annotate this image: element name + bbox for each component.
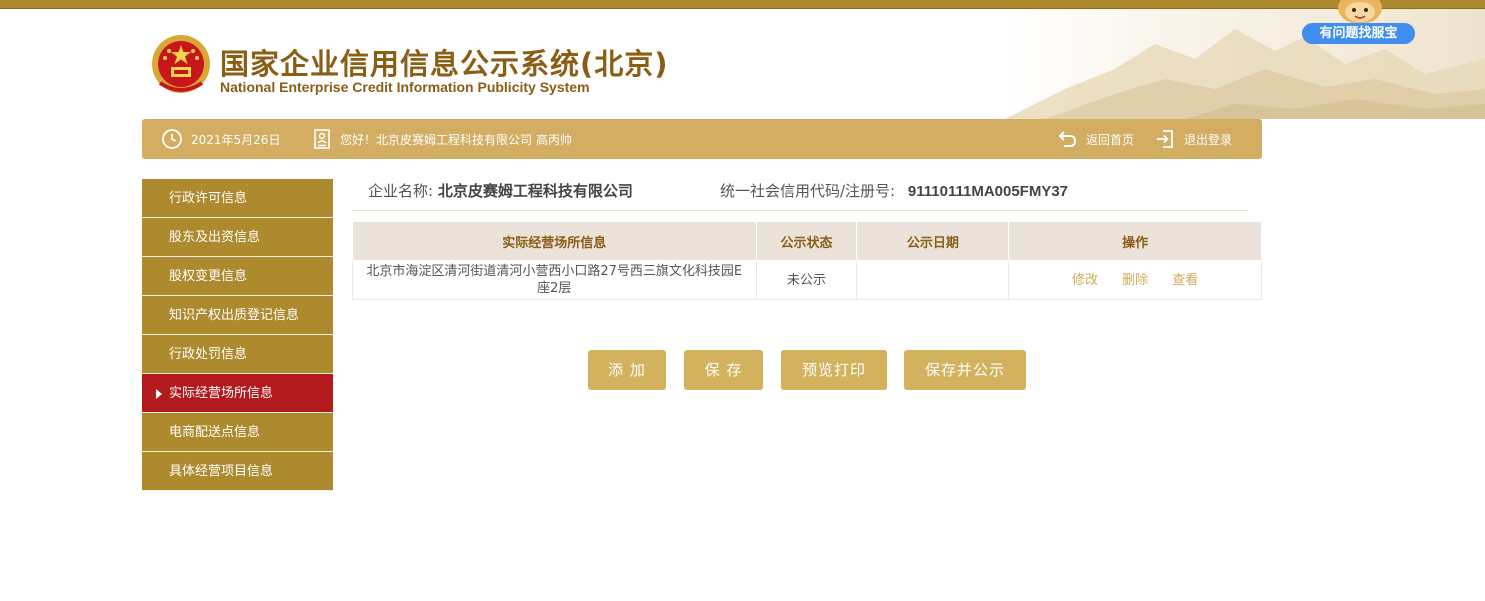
save-publish-button[interactable]: 保存并公示	[904, 350, 1026, 390]
sidebar-item-admin-penalty[interactable]: 行政处罚信息	[142, 335, 333, 374]
save-button[interactable]: 保 存	[684, 350, 763, 390]
credit-code-row: 统一社会信用代码/注册号: 91110111MA005FMY37	[720, 180, 1068, 201]
status-cell: 未公示	[755, 260, 858, 300]
sidebar-item-ecommerce-delivery[interactable]: 电商配送点信息	[142, 413, 333, 452]
national-emblem-icon	[150, 33, 212, 97]
premises-table: 实际经营场所信息 公示状态 公示日期 操作 北京市海淀区清河街道清河小营西小口路…	[352, 221, 1262, 300]
address-cell: 北京市海淀区清河街道清河小营西小口路27号西三旗文化科技园E 座2层	[352, 260, 757, 300]
delete-link[interactable]: 删除	[1122, 273, 1148, 288]
column-header-status: 公示状态	[755, 221, 858, 261]
logout-label: 退出登录	[1184, 132, 1233, 147]
sidebar-item-business-premises[interactable]: 实际经营场所信息	[142, 374, 333, 413]
table-header-row: 实际经营场所信息 公示状态 公示日期 操作	[352, 221, 1262, 261]
column-header-date: 公示日期	[856, 221, 1010, 261]
mountain-background	[1005, 9, 1485, 119]
info-bar: 2021年5月26日 您好！北京皮赛姆工程科技有限公司 高丙帅 返回首页 退出登…	[142, 119, 1262, 159]
company-name: 北京皮赛姆工程科技有限公司	[437, 182, 633, 200]
system-subtitle: National Enterprise Credit Information P…	[220, 79, 590, 95]
preview-print-button[interactable]: 预览打印	[781, 350, 887, 390]
clock-icon	[162, 129, 182, 149]
top-strip	[0, 0, 1485, 9]
company-name-label: 企业名称:	[368, 182, 434, 200]
home-link[interactable]: 返回首页	[1056, 119, 1134, 159]
column-header-actions: 操作	[1008, 221, 1262, 261]
sidebar-item-admin-license[interactable]: 行政许可信息	[142, 179, 333, 218]
logout-link[interactable]: 退出登录	[1154, 119, 1232, 159]
system-title: 国家企业信用信息公示系统(北京)	[220, 47, 669, 81]
home-label: 返回首页	[1086, 132, 1135, 147]
table-row: 北京市海淀区清河街道清河小营西小口路27号西三旗文化科技园E 座2层 未公示 修…	[352, 260, 1262, 300]
sidebar-item-equity-change[interactable]: 股权变更信息	[142, 257, 333, 296]
column-header-address: 实际经营场所信息	[352, 221, 757, 261]
date-display: 2021年5月26日	[161, 119, 280, 159]
add-button[interactable]: 添 加	[588, 350, 666, 390]
help-button[interactable]: 有问题找服宝	[1302, 23, 1415, 44]
address-line-2: 座2层	[537, 281, 572, 296]
company-name-row: 企业名称: 北京皮赛姆工程科技有限公司	[368, 180, 633, 201]
view-link[interactable]: 查看	[1172, 273, 1198, 288]
sidebar-item-ip-pledge[interactable]: 知识产权出质登记信息	[142, 296, 333, 335]
user-greeting: 您好！北京皮赛姆工程科技有限公司 高丙帅	[312, 119, 572, 159]
credit-code-label: 统一社会信用代码/注册号:	[720, 182, 896, 200]
sidebar-menu: 行政许可信息 股东及出资信息 股权变更信息 知识产权出质登记信息 行政处罚信息 …	[142, 179, 333, 491]
actions-cell: 修改 删除 查看	[1008, 260, 1262, 300]
address-line-1: 北京市海淀区清河街道清河小营西小口路27号西三旗文化科技园E	[366, 264, 743, 279]
credit-code: 91110111MA005FMY37	[907, 183, 1069, 200]
divider	[352, 210, 1248, 211]
date-cell	[856, 260, 1010, 300]
logout-icon	[1157, 130, 1173, 148]
user-card-icon	[314, 129, 330, 149]
greeting-text: 您好！北京皮赛姆工程科技有限公司 高丙帅	[340, 132, 572, 147]
sidebar-item-shareholders[interactable]: 股东及出资信息	[142, 218, 333, 257]
date-text: 2021年5月26日	[191, 132, 281, 147]
edit-link[interactable]: 修改	[1072, 273, 1098, 288]
back-arrow-icon	[1058, 131, 1077, 147]
sidebar-item-business-projects[interactable]: 具体经营项目信息	[142, 452, 333, 491]
